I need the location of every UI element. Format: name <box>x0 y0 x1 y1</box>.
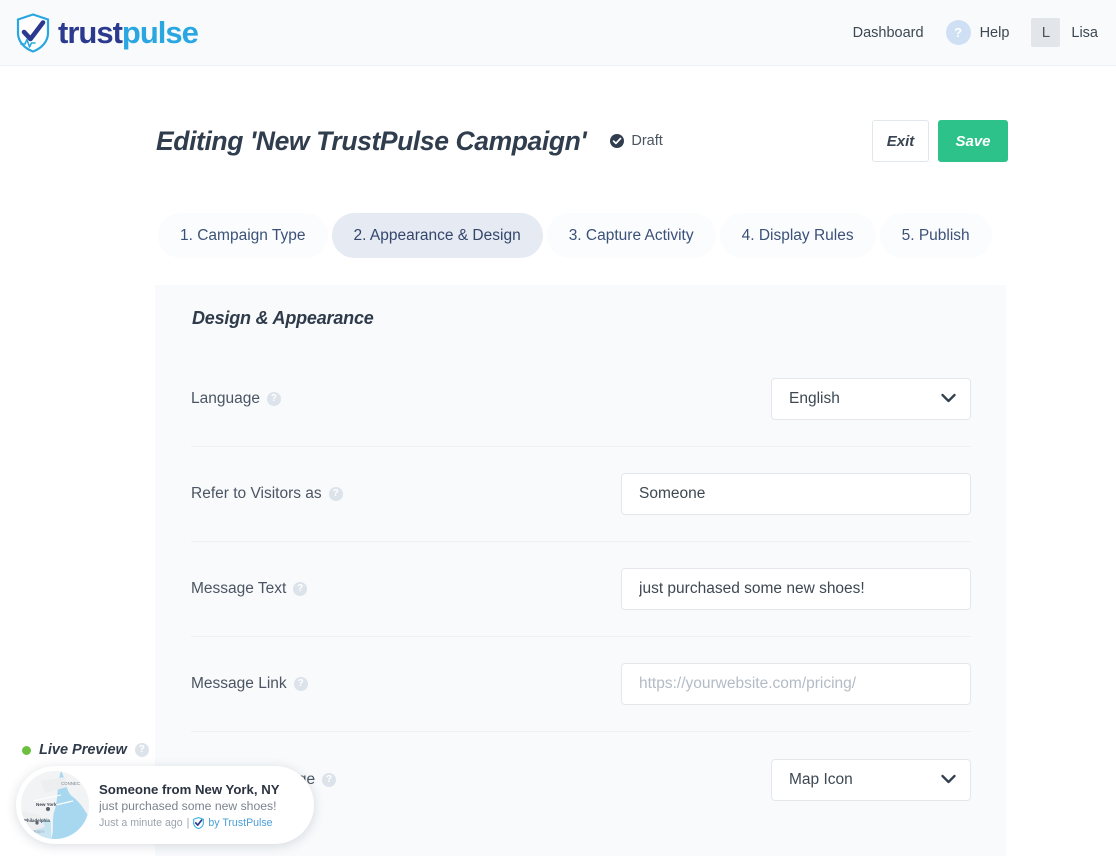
help-label: Help <box>979 24 1010 41</box>
label-message-text: Message Text <box>191 580 287 597</box>
tab-appearance-design[interactable]: 2. Appearance & Design <box>331 213 543 258</box>
nav-link-dashboard[interactable]: Dashboard <box>853 25 924 41</box>
notification-body: Someone from New York, NY just purchased… <box>99 781 290 830</box>
svg-text:Philadelphia: Philadelphia <box>24 818 50 823</box>
page-title: Editing 'New TrustPulse Campaign' <box>156 125 587 156</box>
save-button[interactable]: Save <box>938 120 1008 162</box>
top-nav-actions: Dashboard ? Help L Lisa <box>853 18 1098 47</box>
panel-header: Design & Appearance <box>155 285 1006 352</box>
help-hint-icon[interactable]: ? <box>322 772 337 787</box>
notification-image-select[interactable]: Map Icon <box>771 758 971 801</box>
refer-to-visitors-input[interactable] <box>621 473 971 515</box>
notification-title: Someone from New York, NY <box>99 781 280 797</box>
user-name-label: Lisa <box>1071 24 1098 41</box>
help-hint-icon[interactable]: ? <box>293 582 308 596</box>
trustpulse-shield-icon <box>193 817 205 830</box>
svg-text:JERSEY: JERSEY <box>29 829 45 834</box>
notification-message: just purchased some new shoes! <box>99 798 277 813</box>
panel-title: Design & Appearance <box>192 308 374 328</box>
form-row-message-link: Message Link ? <box>191 637 971 732</box>
help-hint-icon[interactable]: ? <box>293 677 308 691</box>
control-refer-to-visitors <box>621 473 971 515</box>
label-message-link: Message Link <box>191 675 287 692</box>
logo-word-pulse: pulse <box>121 15 199 50</box>
notification-image-select-value: Map Icon <box>789 770 853 788</box>
control-language: English <box>771 378 971 420</box>
control-message-link <box>621 663 971 705</box>
trustpulse-logo[interactable]: trustpulse <box>15 12 199 53</box>
help-hint-icon[interactable]: ? <box>328 487 343 501</box>
control-message-text <box>621 568 971 610</box>
label-language: Language <box>191 390 260 407</box>
form-row-language: Language ? English <box>191 352 971 447</box>
svg-text:CONNEC: CONNEC <box>61 781 80 786</box>
label-message-text-group: Message Text ? <box>191 580 308 598</box>
form-row-message-text: Message Text ? <box>191 542 971 637</box>
campaign-editor-page: trustpulse Dashboard ? Help L Lisa Editi… <box>0 0 1116 856</box>
label-refer-to-visitors-group: Refer to Visitors as ? <box>191 485 343 503</box>
chevron-down-icon <box>941 771 956 789</box>
tab-display-rules[interactable]: 4. Display Rules <box>719 213 876 258</box>
notification-footer: Just a minute ago | by TrustPulse <box>99 817 280 830</box>
control-notification-image: Map Icon <box>771 758 971 801</box>
top-navigation-bar: trustpulse Dashboard ? Help L Lisa <box>0 0 1116 66</box>
form-row-refer-to-visitors: Refer to Visitors as ? <box>191 447 971 542</box>
status-badge-label: Draft <box>631 133 663 149</box>
tab-campaign-type[interactable]: 1. Campaign Type <box>158 213 328 258</box>
notification-separator: | <box>186 817 190 830</box>
chevron-down-icon <box>941 390 956 408</box>
question-mark-icon: ? <box>945 20 971 45</box>
live-preview-label-group: Live Preview ? <box>22 742 149 758</box>
svg-text:New York: New York <box>36 802 57 807</box>
notification-brand-label: by TrustPulse <box>208 817 273 830</box>
live-preview-notification[interactable]: CONNEC New York Philadelphia JERSEY Some… <box>16 766 314 844</box>
live-preview-label: Live Preview <box>39 742 127 758</box>
language-select[interactable]: English <box>771 378 971 420</box>
title-action-buttons: Exit Save <box>872 120 1008 162</box>
label-language-group: Language ? <box>191 390 281 408</box>
map-thumbnail-icon: CONNEC New York Philadelphia JERSEY <box>21 771 89 839</box>
message-link-input[interactable] <box>621 663 971 705</box>
nav-link-help[interactable]: ? Help <box>945 20 1010 45</box>
user-menu[interactable]: L Lisa <box>1031 18 1098 47</box>
check-circle-icon <box>610 134 625 148</box>
tab-capture-activity[interactable]: 3. Capture Activity <box>546 213 716 258</box>
page-title-row: Editing 'New TrustPulse Campaign' Draft … <box>156 112 1008 170</box>
label-message-link-group: Message Link ? <box>191 675 308 693</box>
exit-button[interactable]: Exit <box>872 120 929 162</box>
avatar: L <box>1031 18 1061 47</box>
logo-word-trust: trust <box>58 15 123 50</box>
shield-check-icon <box>15 12 51 53</box>
message-text-input[interactable] <box>621 568 971 610</box>
status-badge: Draft <box>610 133 663 149</box>
help-hint-icon[interactable]: ? <box>134 743 149 757</box>
settings-form: Language ? English Refer to Visitors as … <box>155 352 1006 827</box>
campaign-step-tabs: 1. Campaign Type 2. Appearance & Design … <box>158 213 992 258</box>
label-refer-to-visitors: Refer to Visitors as <box>191 485 322 502</box>
notification-timestamp: Just a minute ago <box>99 817 183 830</box>
help-hint-icon[interactable]: ? <box>266 392 281 406</box>
status-dot-icon <box>22 745 31 755</box>
language-select-value: English <box>789 390 840 407</box>
logo-wordmark: trustpulse <box>58 15 199 50</box>
tab-publish[interactable]: 5. Publish <box>879 213 992 258</box>
